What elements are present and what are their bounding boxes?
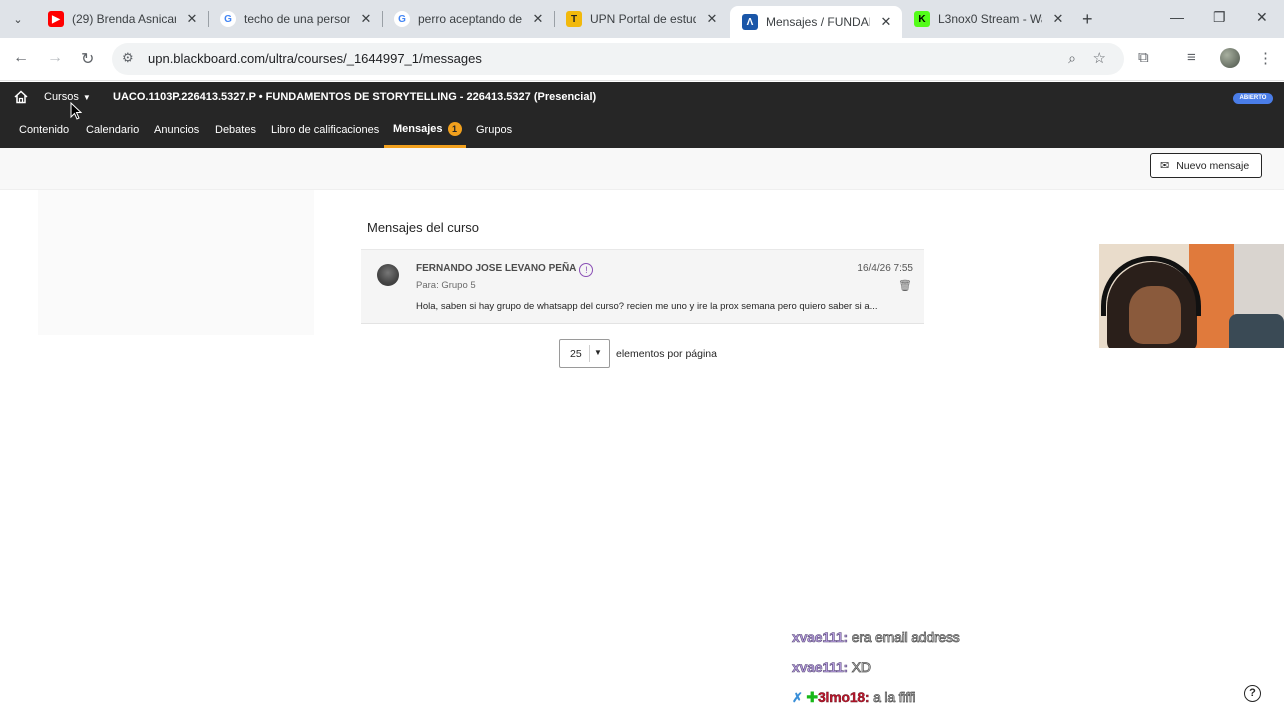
blackboard-icon: Λ — [742, 14, 758, 30]
browser-tab[interactable]: G perro aceptando dest ✕ — [382, 6, 554, 32]
close-tab-icon[interactable]: ✕ — [530, 11, 546, 27]
browser-tab[interactable]: T UPN Portal de estudi ✕ — [554, 6, 728, 32]
course-title: UACO.1103P.226413.5327.P • FUNDAMENTOS D… — [113, 91, 597, 103]
upn-icon: T — [566, 11, 582, 27]
close-tab-icon[interactable]: ✕ — [358, 11, 374, 27]
courses-dropdown[interactable]: Cursos ▼ — [44, 91, 91, 103]
forward-icon[interactable]: → — [47, 49, 63, 67]
avatar — [377, 264, 399, 286]
close-tab-icon[interactable]: ✕ — [184, 11, 200, 27]
items-per-page-select[interactable]: 25 ▼ — [559, 339, 610, 368]
message-date: 16/4/26 7:55 — [857, 263, 913, 274]
menu-kebab-icon[interactable]: ⋮ — [1258, 49, 1273, 67]
home-icon[interactable] — [14, 90, 30, 106]
tab-calendario[interactable]: Calendario — [86, 124, 139, 136]
close-tab-icon[interactable]: ✕ — [704, 11, 720, 27]
side-panel — [38, 190, 314, 335]
browser-toolbar: ← → ↻ ⚙ upn.blackboard.com/ultra/courses… — [0, 38, 1284, 81]
browser-tab[interactable]: ▶ (29) Brenda Asnicar - ✕ — [36, 6, 208, 32]
chat-message: ✗ ✚3lmo18: a la fiffi — [792, 689, 916, 706]
restore-icon[interactable]: ❐ — [1213, 9, 1226, 26]
close-tab-icon[interactable]: ✕ — [878, 14, 894, 30]
profile-avatar[interactable] — [1220, 48, 1240, 68]
close-tab-icon[interactable]: ✕ — [1050, 11, 1066, 27]
new-message-button[interactable]: ✉ Nuevo mensaje — [1150, 153, 1262, 178]
chat-message: xvae111: XD — [792, 659, 872, 676]
site-settings-icon[interactable]: ⚙ — [122, 50, 134, 66]
tab-search-icon[interactable]: ⌄ — [8, 9, 28, 29]
google-icon: G — [220, 11, 236, 27]
extensions-icon[interactable]: ⧉ — [1138, 49, 1149, 66]
section-title: Mensajes del curso — [367, 220, 479, 235]
message-preview: Hola, saben si hay grupo de whatsapp del… — [416, 301, 878, 312]
webcam-overlay — [1099, 244, 1284, 348]
caret-down-icon: ▼ — [82, 93, 91, 102]
action-bar: ✉ Nuevo mensaje — [0, 148, 1284, 190]
google-icon: G — [394, 11, 410, 27]
close-window-icon[interactable]: ✕ — [1256, 9, 1268, 26]
help-icon[interactable]: ? — [1244, 685, 1261, 702]
info-icon[interactable]: ! — [579, 263, 594, 277]
tab-grupos[interactable]: Grupos — [476, 124, 512, 136]
zoom-icon[interactable]: ⌕ — [1068, 50, 1076, 67]
status-badge: ABIERTO — [1233, 93, 1273, 104]
plus-badge-icon: ✚ — [806, 689, 818, 705]
items-per-page-label: elementos por página — [616, 348, 717, 360]
tab-anuncios[interactable]: Anuncios — [154, 124, 199, 136]
address-bar[interactable]: ⚙ upn.blackboard.com/ultra/courses/_1644… — [112, 43, 1124, 75]
browser-tab-active[interactable]: Λ Mensajes / FUNDAM ✕ — [730, 6, 902, 38]
browser-tab-strip: ⌄ ▶ (29) Brenda Asnicar - ✕ G techo de u… — [0, 0, 1284, 38]
back-icon[interactable]: ← — [13, 49, 29, 67]
chat-message: xvae111: era email address — [792, 629, 961, 646]
new-tab-icon[interactable]: + — [1082, 9, 1093, 30]
unread-count-badge: 1 — [447, 122, 462, 136]
bookmark-star-icon[interactable]: ☆ — [1093, 49, 1106, 67]
message-item[interactable]: FERNANDO JOSE LEVANO PEÑA! Para: Grupo 5… — [361, 249, 924, 324]
tab-mensajes[interactable]: Mensajes 1 — [393, 122, 462, 136]
message-recipient: Para: Grupo 5 — [416, 280, 476, 291]
trash-icon[interactable]: 🗑 — [898, 279, 912, 292]
mouse-cursor-icon — [70, 102, 82, 120]
url-text[interactable]: upn.blackboard.com/ultra/courses/_164499… — [148, 51, 482, 66]
media-controls-icon[interactable]: ≡ — [1187, 49, 1196, 66]
headphones-icon — [1101, 256, 1201, 316]
chevron-down-icon: ▼ — [594, 348, 602, 357]
course-nav: Contenido Calendario Anuncios Debates Li… — [0, 118, 1284, 148]
reload-icon[interactable]: ↻ — [81, 49, 94, 69]
tab-contenido[interactable]: Contenido — [19, 124, 69, 136]
youtube-icon: ▶ — [48, 11, 64, 27]
tab-debates[interactable]: Debates — [215, 124, 256, 136]
kick-icon: K — [914, 11, 930, 27]
envelope-icon: ✉ — [1160, 160, 1170, 172]
message-sender: FERNANDO JOSE LEVANO PEÑA! — [416, 263, 594, 277]
course-header: Cursos ▼ UACO.1103P.226413.5327.P • FUNDA… — [0, 82, 1284, 148]
sword-badge-icon: ✗ — [792, 690, 803, 705]
browser-tab[interactable]: K L3nox0 Stream - Wat ✕ — [902, 6, 1074, 32]
browser-tab[interactable]: G techo de una persona ✕ — [208, 6, 382, 32]
tab-libro-de-calificaciones[interactable]: Libro de calificaciones — [271, 124, 379, 136]
minimize-icon[interactable]: — — [1170, 9, 1184, 25]
